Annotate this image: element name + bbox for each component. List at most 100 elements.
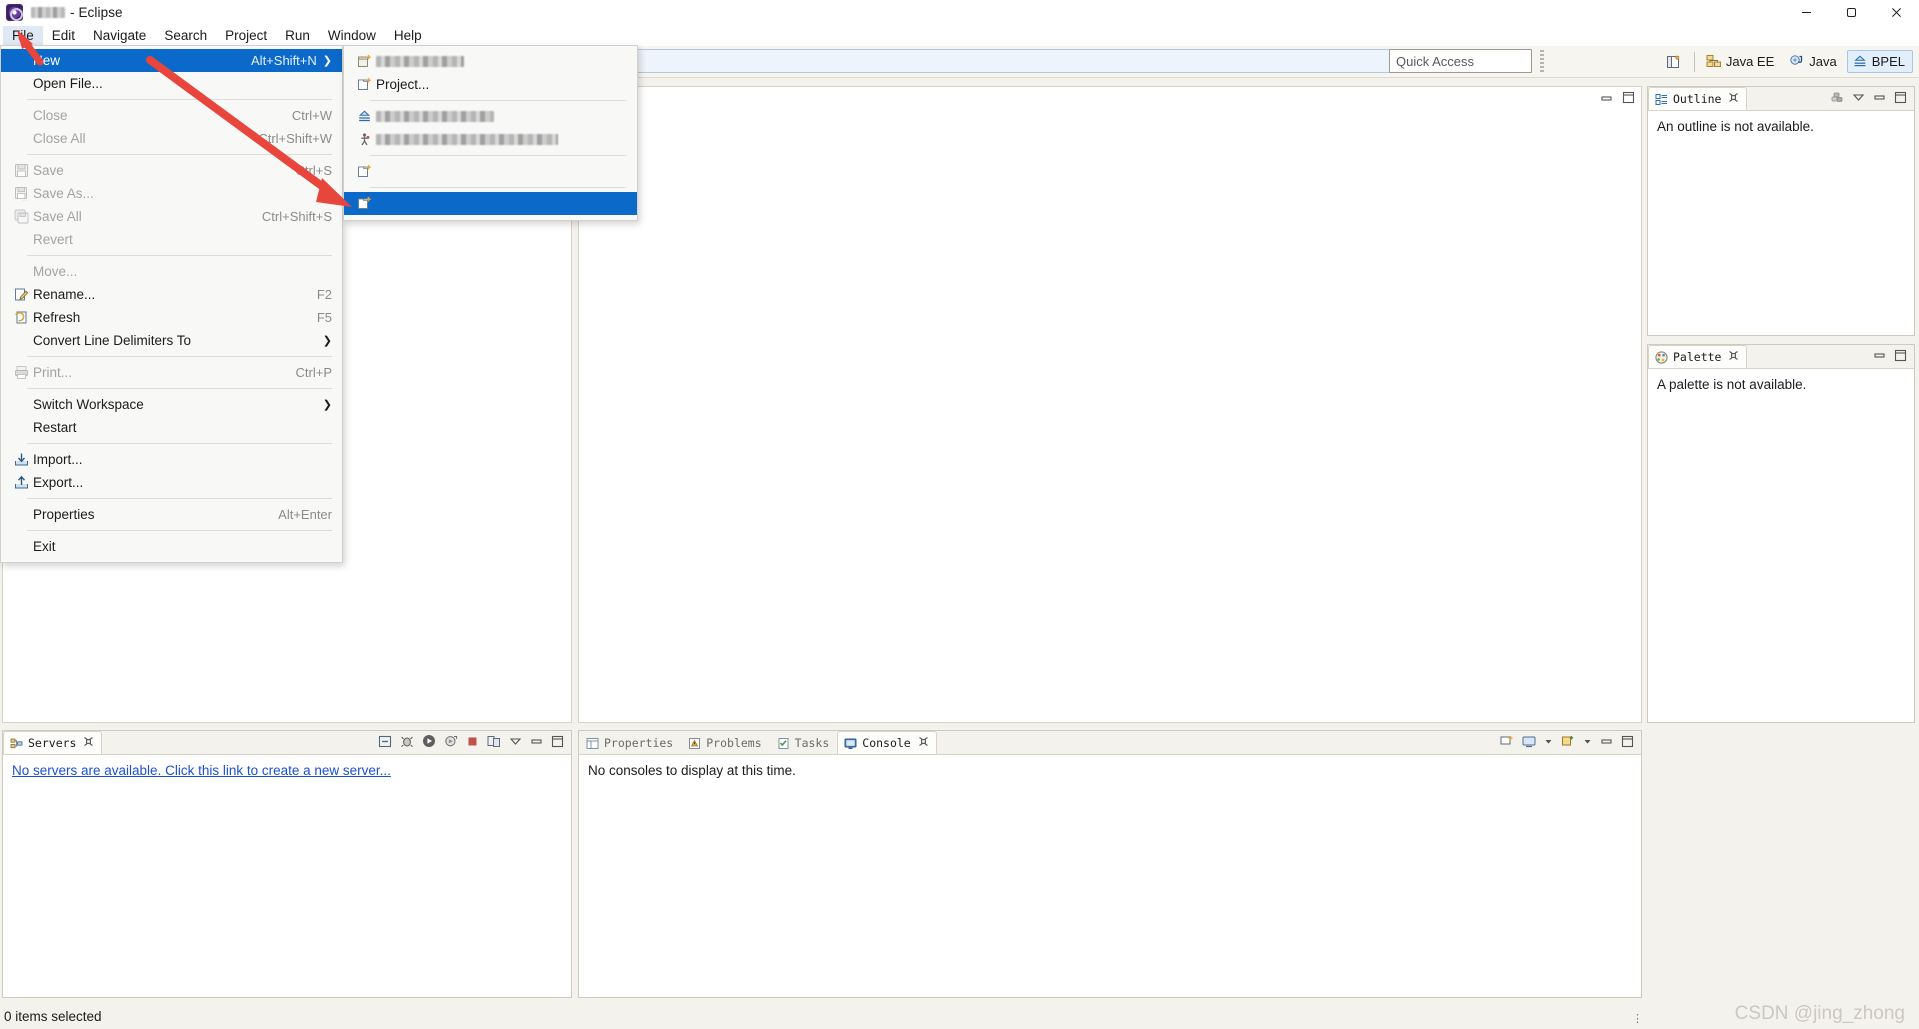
menu-edit[interactable]: Edit [43, 26, 84, 45]
new-submenu-item-redacted-1[interactable] [344, 50, 637, 73]
palette-message: A palette is not available. [1657, 377, 1807, 392]
tasks-icon [777, 737, 790, 750]
new-submenu-item-example[interactable] [344, 160, 637, 183]
close-tab-icon[interactable] [1728, 350, 1739, 364]
export-icon [9, 474, 33, 492]
maximize-icon[interactable] [1622, 91, 1635, 107]
file-menu-item-import[interactable]: Import... [1, 448, 342, 471]
pin-console-icon[interactable] [1561, 735, 1575, 751]
minimize-icon[interactable] [1784, 0, 1829, 24]
file-menu-item-refresh[interactable]: Refresh F5 [1, 306, 342, 329]
menu-window[interactable]: Window [319, 26, 385, 45]
tab-servers[interactable]: Servers [3, 731, 103, 754]
collapse-all-icon[interactable] [378, 735, 392, 751]
menu-search[interactable]: Search [155, 26, 216, 45]
profile-icon[interactable] [444, 734, 458, 751]
maximize-icon[interactable] [1621, 735, 1634, 751]
title-bar: - Eclipse [0, 0, 1919, 24]
tab-outline[interactable]: Outline [1648, 87, 1748, 110]
publish-icon[interactable] [487, 735, 501, 751]
new-item-icon [9, 52, 33, 70]
console-dropdown-icon[interactable] [1583, 735, 1592, 750]
tab-console[interactable]: Console [837, 731, 937, 754]
minimize-icon[interactable] [1873, 91, 1886, 106]
open-perspective-icon[interactable] [1662, 50, 1688, 74]
maximize-icon[interactable] [551, 735, 564, 751]
create-new-server-link[interactable]: No servers are available. Click this lin… [12, 763, 391, 778]
stop-icon[interactable] [466, 735, 479, 751]
close-icon[interactable] [1874, 0, 1919, 24]
new-example-icon [352, 163, 376, 181]
quick-access-placeholder: Quick Access [1396, 53, 1475, 69]
perspective-button-java-ee[interactable]: Java EE [1701, 50, 1782, 73]
palette-view-toolbar [1873, 349, 1914, 365]
file-menu-item-properties[interactable]: Properties Alt+Enter [1, 503, 342, 526]
new-submenu-item-redacted-2[interactable] [344, 105, 637, 128]
editor-area-panel[interactable] [578, 86, 1642, 723]
menu-separator [27, 498, 332, 499]
file-menu-item-exit[interactable]: Exit [1, 535, 342, 558]
menu-navigate[interactable]: Navigate [84, 26, 155, 45]
file-menu-item-switch-workspace[interactable]: Switch Workspace ❯ [1, 393, 342, 416]
maximize-icon[interactable] [1894, 91, 1907, 107]
menu-separator [370, 100, 627, 101]
save-icon [9, 162, 33, 180]
chevron-right-icon: ❯ [322, 399, 332, 411]
new-project-icon [352, 76, 376, 94]
file-menu-item-export[interactable]: Export... [1, 471, 342, 494]
new-submenu-item-other[interactable] [344, 192, 637, 215]
menu-separator [27, 388, 332, 389]
open-console-icon[interactable] [1522, 735, 1536, 751]
tab-tasks[interactable]: Tasks [770, 731, 838, 754]
file-menu-item-rename[interactable]: Rename... F2 [1, 283, 342, 306]
maximize-icon[interactable] [1894, 349, 1907, 365]
quick-access-input[interactable]: Quick Access [1389, 49, 1532, 73]
tab-problems[interactable]: Problems [681, 731, 769, 754]
new-submenu-popup: Project... [343, 45, 638, 221]
file-menu-item-open-file[interactable]: Open File... [1, 72, 342, 95]
perspective-button-java[interactable]: Java [1784, 50, 1844, 73]
close-tab-icon[interactable] [1728, 92, 1739, 106]
minimize-icon[interactable] [530, 735, 543, 750]
servers-view-toolbar [378, 734, 571, 751]
new-submenu-item-project[interactable]: Project... [344, 73, 637, 96]
window-title: - Eclipse [70, 4, 123, 20]
perspective-label-bpel: BPEL [1871, 54, 1905, 69]
tab-properties[interactable]: Properties [579, 731, 681, 754]
maximize-icon[interactable] [1829, 0, 1874, 24]
file-menu-item-convert-line-delimiters[interactable]: Convert Line Delimiters To ❯ [1, 329, 342, 352]
menu-file[interactable]: File [3, 25, 43, 45]
new-submenu-item-redacted-3[interactable] [344, 128, 637, 151]
minimize-icon[interactable] [1600, 91, 1613, 107]
toolbar-drag-handle[interactable] [1540, 50, 1544, 72]
start-icon[interactable] [422, 734, 436, 751]
close-tab-icon[interactable] [918, 736, 929, 750]
menu-project[interactable]: Project [216, 26, 276, 45]
debug-icon[interactable] [400, 734, 414, 751]
menu-run[interactable]: Run [276, 26, 319, 45]
new-console-view-icon[interactable] [1500, 735, 1514, 751]
bpel-partner-icon [352, 131, 376, 149]
overflow-dots-icon[interactable]: ⋮ [1632, 1012, 1644, 1025]
palette-tab-bar: Palette [1648, 345, 1914, 369]
file-menu-item-restart[interactable]: Restart [1, 416, 342, 439]
status-bar: 0 items selected ⋮ CSDN @jing_zhong [0, 1003, 1919, 1029]
menu-help[interactable]: Help [385, 26, 431, 45]
redacted-label [376, 56, 464, 67]
file-menu-item-save: Save Ctrl+S [1, 159, 342, 182]
outline-sort-icon[interactable] [1830, 91, 1844, 107]
minimize-icon[interactable] [1873, 349, 1886, 364]
file-menu-item-new[interactable]: New Alt+Shift+N ❯ [1, 49, 342, 72]
view-menu-icon[interactable] [1852, 91, 1865, 106]
perspective-button-bpel[interactable]: BPEL [1846, 50, 1913, 73]
outline-tab-label: Outline [1673, 92, 1722, 106]
console-dropdown-icon[interactable] [1544, 735, 1553, 750]
tab-palette[interactable]: Palette [1648, 345, 1748, 368]
menu-bar: File Edit Navigate Search Project Run Wi… [0, 24, 1919, 46]
outline-tab-bar: Outline [1648, 87, 1914, 111]
menu-separator [27, 356, 332, 357]
minimize-icon[interactable] [1600, 735, 1613, 750]
close-tab-icon[interactable] [83, 736, 94, 750]
menu-separator [27, 255, 332, 256]
view-menu-icon[interactable] [509, 735, 522, 750]
